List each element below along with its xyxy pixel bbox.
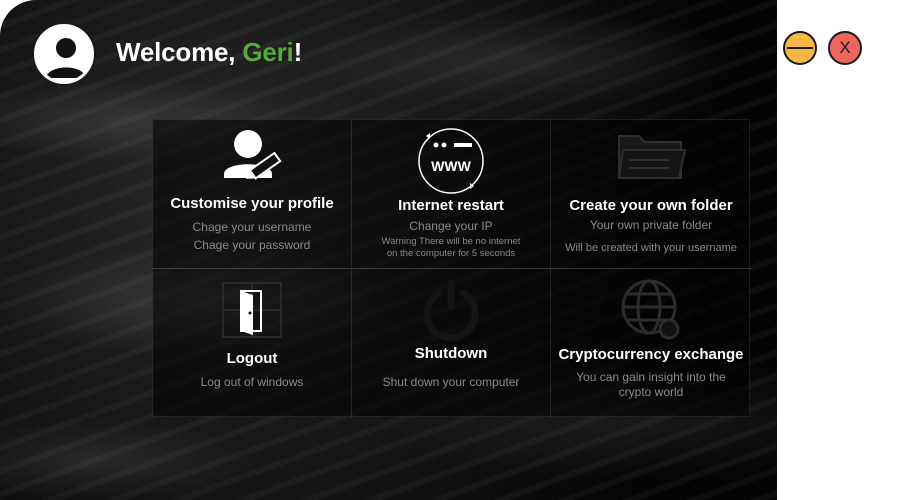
minimize-button[interactable] <box>783 31 817 65</box>
greeting-prefix: Welcome, <box>116 37 243 67</box>
tile-shutdown[interactable]: Shutdown Shut down your computer <box>352 269 551 418</box>
tile-line: Chage your password <box>193 238 311 252</box>
tile-warning: on the computer for 5 seconds <box>386 248 516 259</box>
tile-line: Change your IP <box>409 219 493 233</box>
tile-title: Create your own folder <box>569 197 733 214</box>
tile-logout[interactable]: Logout Log out of windows <box>153 269 352 418</box>
tile-title: Customise your profile <box>170 195 334 212</box>
tile-title: Cryptocurrency exchange <box>558 346 744 363</box>
welcome-heading: Welcome, Geri! <box>116 37 302 68</box>
close-button[interactable]: X <box>828 31 862 65</box>
tile-crypto-exchange[interactable]: Cryptocurrency exchange You can gain ins… <box>551 269 751 418</box>
tile-create-folder[interactable]: Create your own folder Your own private … <box>551 120 751 269</box>
tile-customise-profile[interactable]: Customise your profile Chage your userna… <box>153 120 352 269</box>
tile-title: Internet restart <box>398 197 504 214</box>
tile-warning: Warning There will be no internet <box>381 236 521 247</box>
avatar[interactable] <box>32 22 96 86</box>
user-edit-icon <box>224 130 282 180</box>
www-refresh-icon: WWW <box>418 128 484 194</box>
tile-internet-restart[interactable]: WWW Internet restart Change your IP Warn… <box>352 120 551 269</box>
minimize-icon <box>787 47 813 49</box>
main-window: Welcome, Geri! Customise your profile Ch… <box>0 0 777 500</box>
door-exit-icon <box>222 282 282 338</box>
tile-line: Your own private folder <box>589 218 713 232</box>
www-icon-text: WWW <box>431 158 471 174</box>
tile-title: Logout <box>226 350 278 367</box>
tile-line: Log out of windows <box>200 375 304 389</box>
user-name: Geri <box>242 37 294 67</box>
tile-line: crypto world <box>618 385 684 399</box>
action-grid: Customise your profile Chage your userna… <box>152 119 751 418</box>
tile-title: Shutdown <box>414 345 488 362</box>
globe-crypto-icon <box>621 279 680 340</box>
tile-line: Shut down your computer <box>382 375 520 389</box>
folder-icon <box>617 135 687 179</box>
user-avatar-icon <box>38 28 91 81</box>
tile-line: Chage your username <box>192 220 312 234</box>
power-icon <box>423 279 479 341</box>
greeting-suffix: ! <box>293 37 303 67</box>
close-icon: X <box>839 38 851 57</box>
tile-line: Will be created with your username <box>565 242 737 254</box>
